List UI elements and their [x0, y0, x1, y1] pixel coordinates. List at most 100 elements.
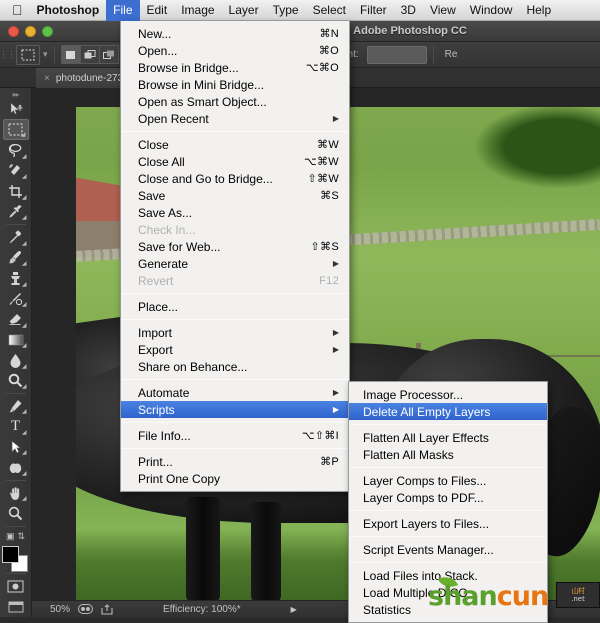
menu-item-open-recent[interactable]: Open Recent ▶ — [121, 110, 349, 127]
menu-item-generate[interactable]: Generate ▶ — [121, 255, 349, 272]
menu-view[interactable]: View — [423, 0, 463, 21]
menu-item-shortcut: ⌥⇧⌘I — [301, 430, 339, 442]
dodge-tool[interactable]: ◢ — [3, 371, 29, 391]
menu-select[interactable]: Select — [306, 0, 353, 21]
gradient-tool[interactable]: ◢ — [3, 330, 29, 350]
menu-item-import[interactable]: Import ▶ — [121, 324, 349, 341]
lasso-tool[interactable]: ◢ — [3, 140, 29, 160]
menu-item-place[interactable]: Place... — [121, 298, 349, 315]
menu-item-save[interactable]: Save ⌘S — [121, 187, 349, 204]
move-tool[interactable] — [3, 99, 29, 119]
tools-panel-grip[interactable]: ▸▸ — [12, 90, 19, 99]
menu-item-open-as-smart-object[interactable]: Open as Smart Object... — [121, 93, 349, 110]
menu-type[interactable]: Type — [266, 0, 306, 21]
screen-mode-icon[interactable] — [3, 597, 29, 617]
zoom-level[interactable]: 50% — [50, 604, 70, 615]
zoom-tool[interactable] — [3, 503, 29, 523]
menu-item-open[interactable]: Open... ⌘O — [121, 42, 349, 59]
menu-item-file-info[interactable]: File Info... ⌥⇧⌘I — [121, 427, 349, 444]
history-brush-tool[interactable]: ◢ — [3, 289, 29, 309]
menu-item-close[interactable]: Close ⌘W — [121, 136, 349, 153]
pen-tool[interactable]: ◢ — [3, 396, 29, 416]
menu-item-check-in: Check In... — [121, 221, 349, 238]
share-icon[interactable] — [101, 603, 113, 615]
path-selection-tool[interactable]: ◢ — [3, 437, 29, 457]
tool-more-indicator: ◢ — [21, 343, 27, 350]
menu-3d[interactable]: 3D — [394, 0, 423, 21]
menu-photoshop[interactable]: Photoshop — [33, 0, 107, 21]
clone-stamp-tool[interactable]: ◢ — [3, 268, 29, 288]
foreground-color-swatch[interactable] — [1, 546, 19, 564]
menu-item-browse-in-mini-bridge[interactable]: Browse in Mini Bridge... — [121, 76, 349, 93]
blur-tool[interactable]: ◢ — [3, 350, 29, 370]
apple-logo-icon[interactable]:  — [12, 3, 23, 17]
menu-layer[interactable]: Layer — [222, 0, 266, 21]
spot-healing-brush-tool[interactable]: ◢ — [3, 227, 29, 247]
height-input[interactable] — [366, 45, 427, 64]
rectangular-marquee-icon[interactable] — [16, 44, 40, 65]
file-menu-dropdown: New... ⌘N Open... ⌘O Browse in Bridge... ⌥⌘… — [120, 21, 350, 492]
close-icon[interactable]: × — [44, 73, 50, 84]
options-bar-grip[interactable]: ⋮⋮ — [0, 45, 16, 65]
menu-edit[interactable]: Edit — [140, 0, 175, 21]
menu-separator — [350, 467, 546, 468]
menu-item-automate[interactable]: Automate ▶ — [121, 384, 349, 401]
menu-item-close-all[interactable]: Close All ⌥⌘W — [121, 153, 349, 170]
eyedropper-tool[interactable]: ◢ — [3, 202, 29, 222]
submenu-item-layer-comps-to-pdf[interactable]: Layer Comps to PDF... — [349, 489, 547, 506]
tool-more-indicator: ◢ — [21, 153, 27, 160]
submenu-item-delete-all-empty-layers[interactable]: Delete All Empty Layers — [349, 403, 547, 420]
submenu-item-export-layers-to-files[interactable]: Export Layers to Files... — [349, 515, 547, 532]
horse-leg — [251, 502, 281, 600]
menu-item-save-for-web[interactable]: Save for Web... ⇧⌘S — [121, 238, 349, 255]
type-tool[interactable]: T ◢ — [3, 416, 29, 436]
swap-colors-icon[interactable]: ⇅ — [17, 531, 25, 542]
menu-item-print[interactable]: Print... ⌘P — [121, 453, 349, 470]
default-colors-icon[interactable]: ▣ — [6, 531, 15, 542]
menu-window[interactable]: Window — [463, 0, 520, 21]
submenu-item-image-processor[interactable]: Image Processor... — [349, 386, 547, 403]
expand-arrow-icon[interactable]: ▶ — [291, 605, 297, 614]
menu-item-close-and-go-to-bridge[interactable]: Close and Go to Bridge... ⇧⌘W — [121, 170, 349, 187]
tool-more-indicator: ◢ — [21, 363, 27, 370]
menu-item-print-one-copy[interactable]: Print One Copy — [121, 470, 349, 487]
menu-item-label: Open Recent — [138, 111, 209, 126]
quick-selection-tool[interactable]: ◢ — [3, 161, 29, 181]
tool-preset-chevron-icon[interactable]: ▾ — [43, 49, 48, 60]
menu-item-share-on-behance[interactable]: Share on Behance... — [121, 358, 349, 375]
shape-tool[interactable]: ◢ — [3, 457, 29, 477]
menu-filter[interactable]: Filter — [353, 0, 394, 21]
submenu-item-layer-comps-to-files[interactable]: Layer Comps to Files... — [349, 472, 547, 489]
color-swatches — [1, 546, 30, 573]
menu-item-scripts[interactable]: Scripts ▶ — [121, 401, 349, 418]
submenu-item-script-events-manager[interactable]: Script Events Manager... — [349, 541, 547, 558]
subtract-from-selection-icon[interactable] — [98, 45, 119, 64]
watermark-badge-top: 山村 — [571, 587, 586, 595]
submenu-item-flatten-all-masks[interactable]: Flatten All Masks — [349, 446, 547, 463]
menu-help[interactable]: Help — [519, 0, 558, 21]
menu-item-new[interactable]: New... ⌘N — [121, 25, 349, 42]
menu-item-browse-in-bridge[interactable]: Browse in Bridge... ⌥⌘O — [121, 59, 349, 76]
eraser-tool[interactable]: ◢ — [3, 309, 29, 329]
brush-tool[interactable]: ◢ — [3, 248, 29, 268]
menu-image[interactable]: Image — [174, 0, 221, 21]
quick-mask-icon[interactable] — [3, 576, 29, 596]
menu-item-export[interactable]: Export ▶ — [121, 341, 349, 358]
add-to-selection-icon[interactable] — [79, 45, 100, 64]
document-icon[interactable] — [78, 604, 94, 614]
menu-item-label: Save for Web... — [138, 239, 221, 254]
submenu-arrow-icon: ▶ — [332, 388, 339, 397]
new-selection-icon[interactable] — [60, 45, 81, 64]
refine-edge-button[interactable]: Re — [445, 49, 458, 60]
crop-tool[interactable]: ◢ — [3, 181, 29, 201]
menu-item-label: Print One Copy — [138, 471, 221, 486]
rectangular-marquee-tool[interactable]: ◢ — [2, 119, 29, 141]
watermark-text: shancun — [428, 581, 549, 612]
submenu-item-flatten-all-layer-effects[interactable]: Flatten All Layer Effects — [349, 429, 547, 446]
tool-more-indicator: ◢ — [20, 132, 26, 139]
submenu-arrow-icon: ▶ — [332, 114, 339, 123]
hand-tool[interactable]: ◢ — [3, 483, 29, 503]
menu-item-save-as[interactable]: Save As... — [121, 204, 349, 221]
menu-file[interactable]: File — [106, 0, 140, 21]
tool-more-indicator: ◢ — [21, 409, 27, 416]
